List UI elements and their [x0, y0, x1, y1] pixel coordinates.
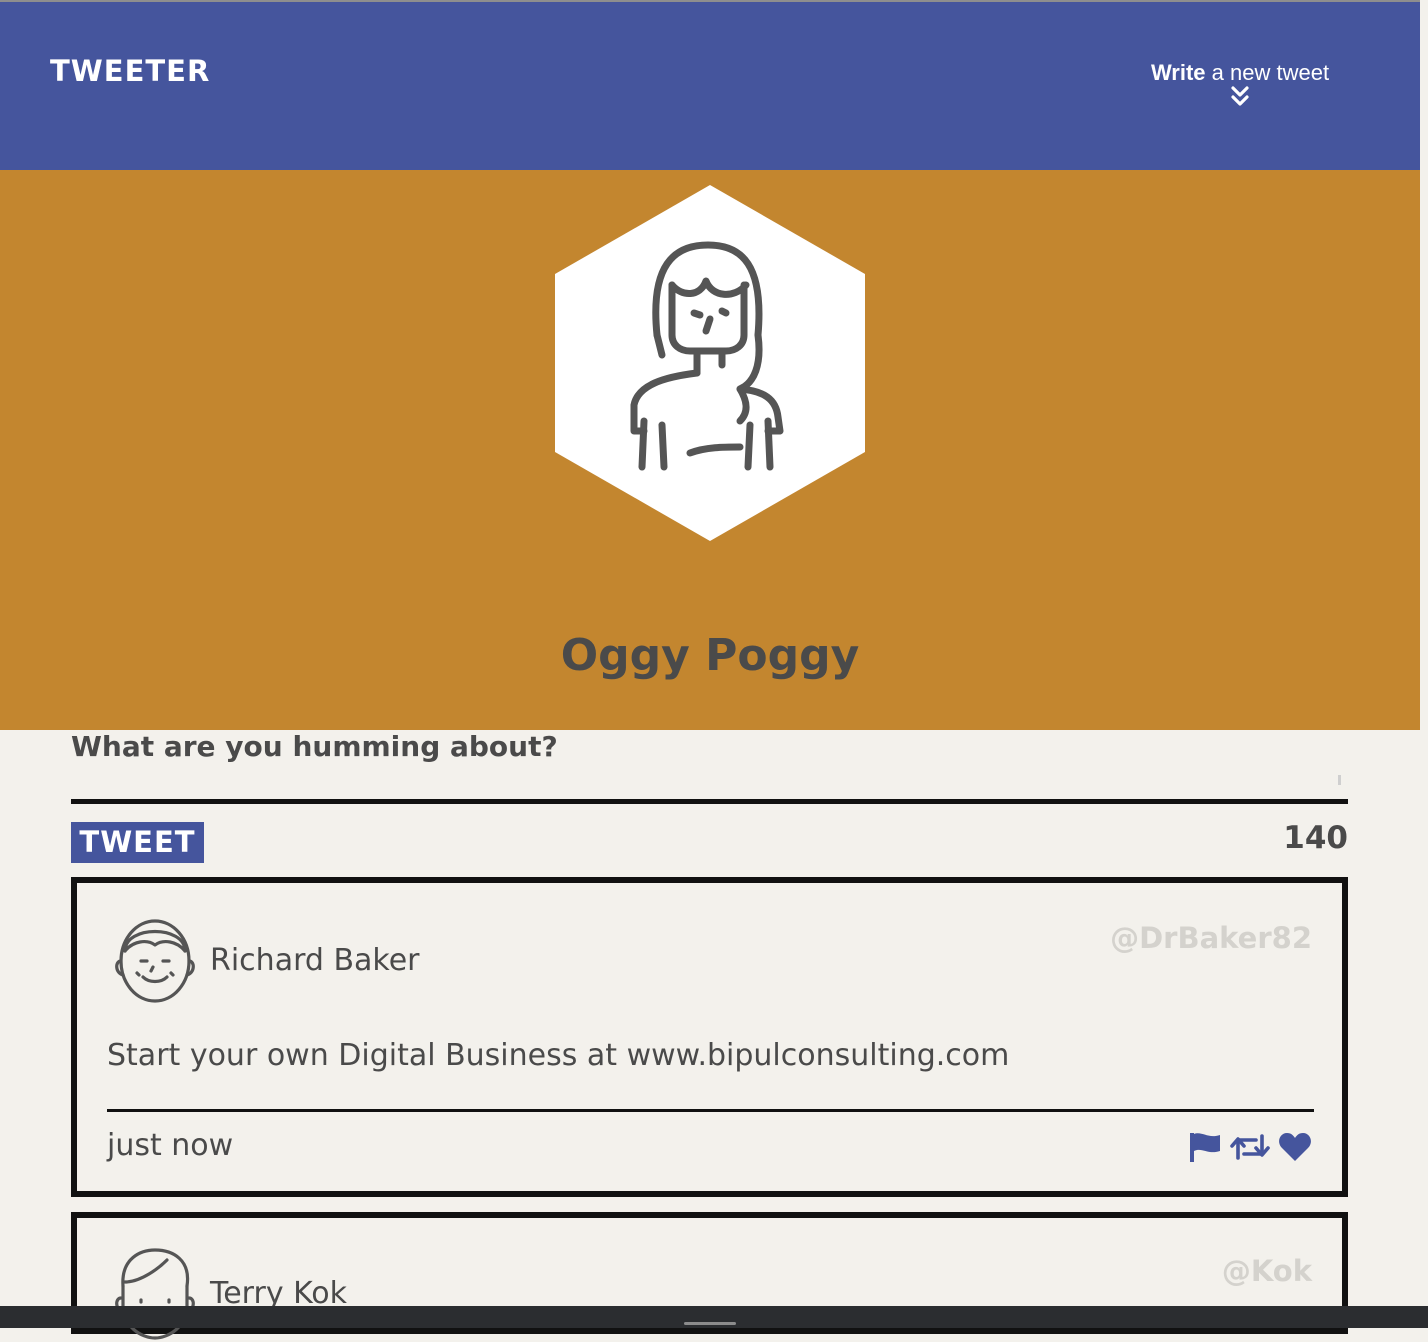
window-right-edge	[1420, 0, 1428, 1328]
composer-divider	[71, 799, 1348, 804]
tweet-timestamp: just now	[107, 1128, 234, 1163]
tweet-input[interactable]	[71, 770, 1352, 800]
tweet-author-handle[interactable]: @Kok	[1222, 1254, 1312, 1288]
write-label-rest: a new tweet	[1205, 60, 1330, 85]
tweet-divider	[107, 1109, 1314, 1112]
write-new-tweet-link[interactable]: Write a new tweet	[1140, 60, 1340, 108]
man-avatar-icon	[115, 919, 195, 1003]
tweet-text: Start your own Digital Business at www.b…	[107, 1038, 1010, 1073]
profile-avatar	[555, 185, 865, 541]
tweet-author-name[interactable]: Richard Baker	[210, 943, 420, 978]
navbar: TWEETER Write a new tweet	[0, 2, 1420, 170]
flag-icon[interactable]	[1188, 1131, 1222, 1163]
textarea-resize-handle[interactable]	[1338, 775, 1341, 785]
double-chevron-down-icon	[1231, 86, 1249, 106]
tweet-card: Richard Baker @DrBaker82 Start your own …	[71, 877, 1348, 1197]
heart-icon[interactable]	[1278, 1132, 1312, 1162]
profile-name: Oggy Poggy	[560, 630, 860, 681]
tweet-actions	[1188, 1131, 1312, 1163]
home-indicator[interactable]	[684, 1322, 736, 1325]
char-counter: 140	[1283, 820, 1348, 856]
write-label-bold: Write	[1150, 60, 1206, 85]
tweet-button[interactable]: TWEET	[71, 822, 204, 863]
brand-logo[interactable]: TWEETER	[50, 54, 210, 88]
composer-prompt: What are you humming about?	[71, 730, 558, 763]
retweet-icon[interactable]	[1230, 1132, 1270, 1162]
tweet-author-handle[interactable]: @DrBaker82	[1110, 921, 1312, 955]
